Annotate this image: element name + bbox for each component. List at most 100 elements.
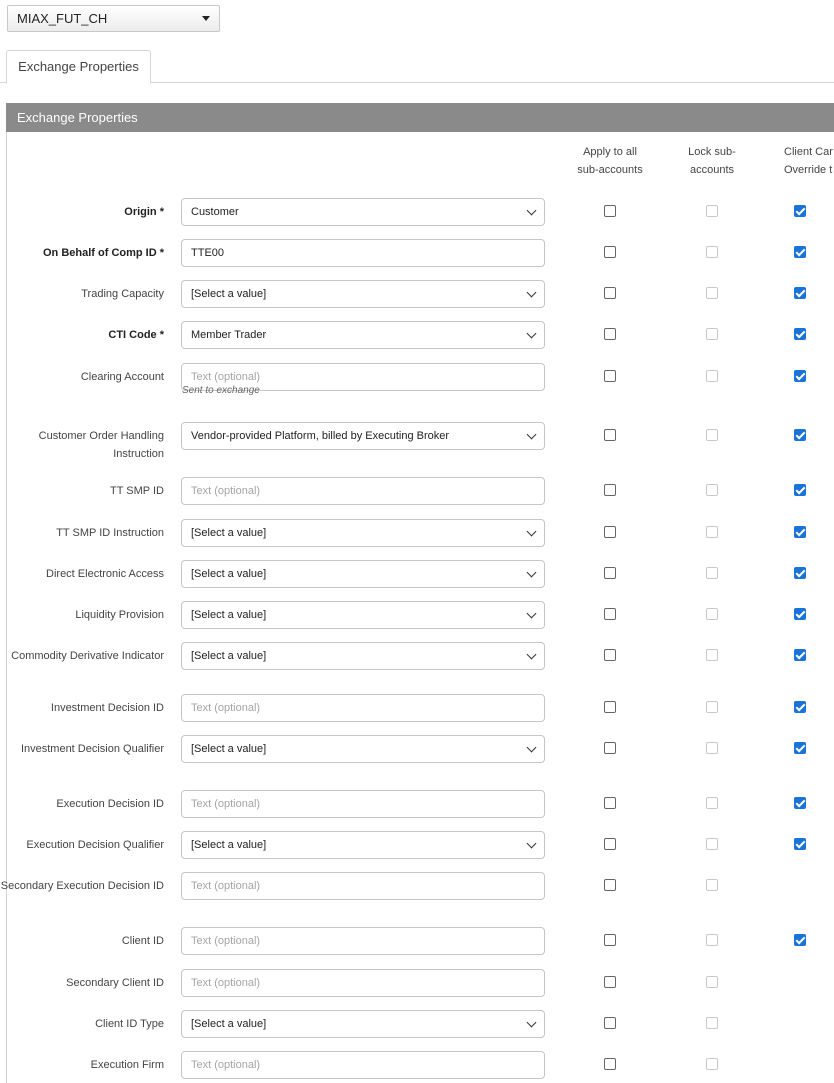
field-select[interactable]: [Select a value] bbox=[181, 735, 545, 763]
field-label: Execution Firm bbox=[90, 1059, 164, 1071]
apply-all-checkbox[interactable] bbox=[604, 328, 616, 340]
apply-all-checkbox[interactable] bbox=[604, 701, 616, 713]
input-placeholder: Text (optional) bbox=[191, 485, 261, 497]
field-text-input[interactable]: Text (optional) bbox=[181, 969, 545, 997]
caret-down-icon bbox=[202, 16, 210, 21]
lock-sub-accounts-checkbox bbox=[706, 370, 718, 382]
client-override-checkbox[interactable] bbox=[794, 838, 806, 850]
lock-sub-accounts-checkbox bbox=[706, 1017, 718, 1029]
select-value: [Select a value] bbox=[191, 568, 267, 580]
apply-all-checkbox[interactable] bbox=[604, 205, 616, 217]
client-override-checkbox[interactable] bbox=[794, 701, 806, 713]
input-placeholder: Text (optional) bbox=[191, 1059, 261, 1071]
field-text-input[interactable]: Text (optional) bbox=[181, 477, 545, 505]
client-override-checkbox[interactable] bbox=[794, 742, 806, 754]
client-override-checkbox[interactable] bbox=[794, 328, 806, 340]
lock-sub-accounts-checkbox bbox=[706, 976, 718, 988]
select-value: [Select a value] bbox=[191, 1018, 267, 1030]
select-value: [Select a value] bbox=[191, 650, 267, 662]
field-label: Investment Decision Qualifier bbox=[20, 743, 164, 755]
field-text-input[interactable]: Text (optional) bbox=[181, 694, 545, 722]
field-select[interactable]: [Select a value] bbox=[181, 519, 545, 547]
apply-all-checkbox[interactable] bbox=[604, 608, 616, 620]
column-header-lock-sub-accounts: Lock sub- accounts bbox=[688, 146, 736, 176]
lock-sub-accounts-checkbox bbox=[706, 429, 718, 441]
chevron-down-icon bbox=[526, 429, 537, 440]
apply-all-checkbox[interactable] bbox=[604, 797, 616, 809]
apply-all-checkbox[interactable] bbox=[604, 649, 616, 661]
select-value: [Select a value] bbox=[191, 839, 267, 851]
lock-sub-accounts-checkbox bbox=[706, 879, 718, 891]
apply-all-checkbox[interactable] bbox=[604, 934, 616, 946]
tab-exchange-properties[interactable]: Exchange Properties bbox=[6, 50, 151, 84]
client-override-checkbox[interactable] bbox=[794, 608, 806, 620]
apply-all-checkbox[interactable] bbox=[604, 879, 616, 891]
lock-sub-accounts-checkbox bbox=[706, 246, 718, 258]
client-override-checkbox[interactable] bbox=[794, 370, 806, 382]
exchange-select[interactable]: MIAX_FUT_CH bbox=[7, 5, 220, 32]
apply-all-checkbox[interactable] bbox=[604, 370, 616, 382]
panel-title: Exchange Properties bbox=[6, 103, 834, 132]
client-override-checkbox[interactable] bbox=[794, 934, 806, 946]
input-placeholder: Text (optional) bbox=[191, 798, 261, 810]
lock-sub-accounts-checkbox bbox=[706, 742, 718, 754]
field-select[interactable]: [Select a value] bbox=[181, 280, 545, 308]
input-placeholder: Text (optional) bbox=[191, 702, 261, 714]
field-text-input[interactable]: TTE00 bbox=[181, 239, 545, 267]
apply-all-checkbox[interactable] bbox=[604, 1017, 616, 1029]
field-text-input[interactable]: Text (optional) bbox=[181, 927, 545, 955]
apply-all-checkbox[interactable] bbox=[604, 526, 616, 538]
field-select[interactable]: [Select a value] bbox=[181, 601, 545, 629]
apply-all-checkbox[interactable] bbox=[604, 484, 616, 496]
chevron-down-icon bbox=[526, 328, 537, 339]
client-override-checkbox[interactable] bbox=[794, 567, 806, 579]
lock-sub-accounts-checkbox bbox=[706, 934, 718, 946]
chevron-down-icon bbox=[526, 649, 537, 660]
client-override-checkbox[interactable] bbox=[794, 797, 806, 809]
lock-sub-accounts-checkbox bbox=[706, 608, 718, 620]
chevron-down-icon bbox=[526, 526, 537, 537]
apply-all-checkbox[interactable] bbox=[604, 1058, 616, 1070]
field-label: Execution Decision Qualifier bbox=[26, 839, 164, 851]
field-label: On Behalf of Comp ID * bbox=[43, 247, 164, 259]
field-label: Client ID bbox=[121, 935, 164, 947]
field-label: TT SMP ID Instruction bbox=[56, 527, 164, 539]
lock-sub-accounts-checkbox bbox=[706, 797, 718, 809]
field-text-input[interactable]: Text (optional) bbox=[181, 1051, 545, 1079]
field-select[interactable]: Vendor-provided Platform, billed by Exec… bbox=[181, 422, 545, 450]
column-header-apply-all: Apply to all sub-accounts bbox=[577, 146, 643, 176]
client-override-checkbox[interactable] bbox=[794, 526, 806, 538]
client-override-checkbox[interactable] bbox=[794, 484, 806, 496]
apply-all-checkbox[interactable] bbox=[604, 976, 616, 988]
field-label: Origin * bbox=[124, 206, 164, 218]
client-override-checkbox[interactable] bbox=[794, 649, 806, 661]
apply-all-checkbox[interactable] bbox=[604, 567, 616, 579]
field-select[interactable]: [Select a value] bbox=[181, 831, 545, 859]
field-select[interactable]: [Select a value] bbox=[181, 1010, 545, 1038]
apply-all-checkbox[interactable] bbox=[604, 429, 616, 441]
field-text-input[interactable]: Text (optional) bbox=[181, 872, 545, 900]
apply-all-checkbox[interactable] bbox=[604, 287, 616, 299]
input-placeholder: Text (optional) bbox=[191, 935, 261, 947]
lock-sub-accounts-checkbox bbox=[706, 328, 718, 340]
input-value: TTE00 bbox=[191, 247, 225, 259]
field-select[interactable]: Member Trader bbox=[181, 321, 545, 349]
chevron-down-icon bbox=[526, 205, 537, 216]
field-select[interactable]: [Select a value] bbox=[181, 560, 545, 588]
apply-all-checkbox[interactable] bbox=[604, 838, 616, 850]
field-select[interactable]: [Select a value] bbox=[181, 642, 545, 670]
field-label: Execution Decision ID bbox=[56, 798, 164, 810]
client-override-checkbox[interactable] bbox=[794, 287, 806, 299]
field-label: Customer Order Handling Instruction bbox=[38, 430, 164, 460]
client-override-checkbox[interactable] bbox=[794, 429, 806, 441]
field-text-input[interactable]: Text (optional) bbox=[181, 790, 545, 818]
field-label: Secondary Execution Decision ID bbox=[0, 880, 164, 892]
apply-all-checkbox[interactable] bbox=[604, 246, 616, 258]
lock-sub-accounts-checkbox bbox=[706, 567, 718, 579]
apply-all-checkbox[interactable] bbox=[604, 742, 616, 754]
client-override-checkbox[interactable] bbox=[794, 205, 806, 217]
field-select[interactable]: Customer bbox=[181, 198, 545, 226]
lock-sub-accounts-checkbox bbox=[706, 287, 718, 299]
client-override-checkbox[interactable] bbox=[794, 246, 806, 258]
select-value: [Select a value] bbox=[191, 609, 267, 621]
